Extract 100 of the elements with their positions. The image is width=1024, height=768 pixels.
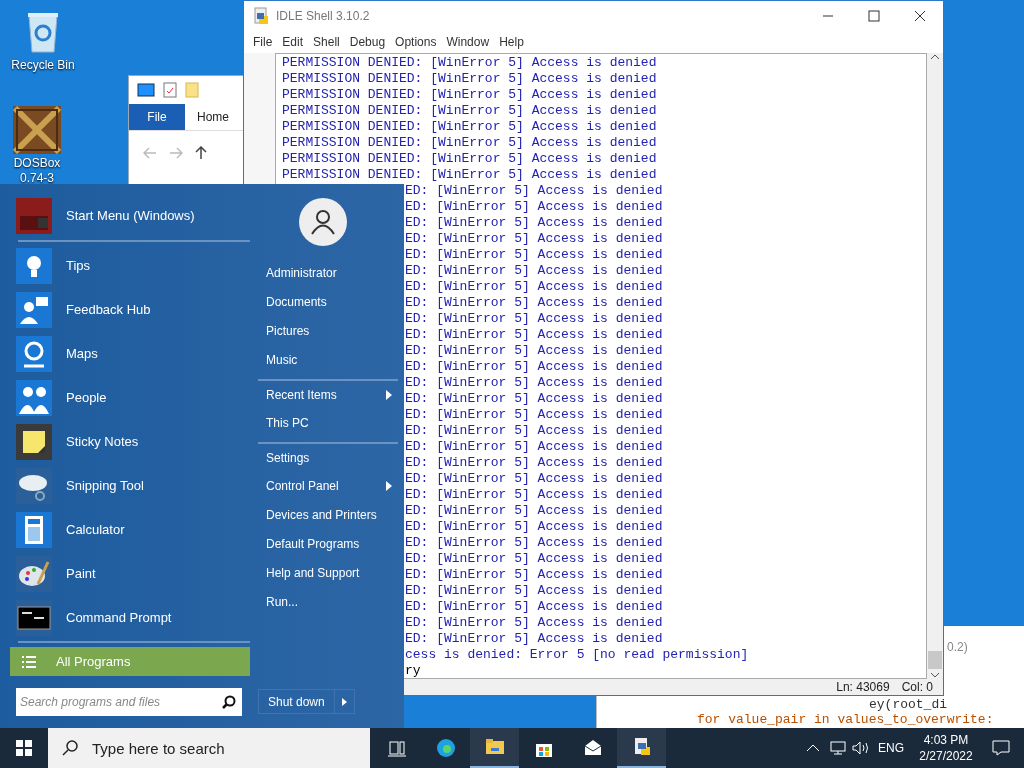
terminal-icon (16, 600, 52, 636)
shell-output-line: PERMISSION DENIED: [WinError 5] Access is denied (282, 167, 657, 183)
menu-item[interactable]: Window (441, 33, 495, 51)
python-file-icon (252, 7, 270, 25)
arrow-right-icon[interactable] (341, 697, 347, 706)
folder-icon[interactable] (485, 738, 504, 756)
taskbar-app-button[interactable] (617, 728, 666, 768)
network-icon[interactable] (830, 741, 846, 755)
shell-output-line: PERMISSION DENIED: [WinError 5] Access is denied (282, 103, 657, 119)
search-icon[interactable] (62, 740, 78, 756)
program-item[interactable]: Command Prompt (10, 596, 250, 640)
shell-output-line: ED: [WinError 5] Access is denied (405, 631, 663, 647)
start-menu-place[interactable]: Control Panel (258, 471, 398, 500)
speaker-icon[interactable] (852, 741, 870, 755)
shell-output-line: PERMISSION DENIED: [WinError 5] Access is denied (282, 151, 657, 167)
notifications-icon[interactable] (992, 740, 1010, 756)
sticky-note-icon (16, 424, 52, 460)
start-menu-header[interactable]: Start Menu (Windows) (10, 197, 250, 235)
program-item[interactable]: Paint (10, 552, 250, 596)
shell-output-line: ED: [WinError 5] Access is denied (405, 487, 663, 503)
palette-icon (16, 556, 52, 592)
shell-output-line: ED: [WinError 5] Access is denied (405, 343, 663, 359)
desktop-icon-label[interactable]: Recycle Bin (11, 58, 75, 73)
shell-output-line: ED: [WinError 5] Access is denied (405, 247, 663, 263)
menu-item[interactable]: Debug (344, 33, 391, 51)
search-icon[interactable] (222, 695, 236, 709)
scrollbar-thumb[interactable] (928, 651, 942, 669)
code-line: for value_pair in values_to_overwrite: (697, 712, 994, 727)
language-indicator[interactable]: ENG (878, 739, 904, 757)
program-item[interactable]: Maps (10, 332, 250, 376)
calculator-icon (16, 512, 52, 548)
up-arrow-icon[interactable] (195, 145, 207, 160)
start-menu-place[interactable]: Documents (258, 287, 398, 316)
menu-item[interactable]: Edit (277, 33, 309, 51)
shell-output-line: PERMISSION DENIED: [WinError 5] Access is denied (282, 71, 657, 87)
shell-output-line: ED: [WinError 5] Access is denied (405, 583, 663, 599)
ribbon-tab[interactable]: File (129, 104, 185, 130)
task-view-icon[interactable] (387, 739, 406, 757)
shell-output-line: cess is denied: Error 5 [no read permission] (405, 647, 749, 663)
person-speech-bubble-icon (16, 292, 52, 328)
map-pin-icon (16, 336, 52, 372)
program-item[interactable]: Sticky Notes (10, 420, 250, 464)
program-item[interactable]: Snipping Tool (10, 464, 250, 508)
taskbar-app-button[interactable] (470, 728, 519, 768)
start-menu-place[interactable]: Run... (258, 587, 398, 616)
light-bulb-icon (16, 248, 52, 284)
program-item[interactable]: Tips (10, 244, 250, 288)
start-menu-place[interactable]: Default Programs (258, 529, 398, 558)
shell-output-line: ED: [WinError 5] Access is denied (405, 311, 663, 327)
program-item[interactable]: People (10, 376, 250, 420)
shell-output-line: PERMISSION DENIED: [WinError 5] Access is denied (282, 55, 657, 71)
menu-item[interactable]: Shell (308, 33, 345, 51)
shell-output-line: PERMISSION DENIED: [WinError 5] Access is denied (282, 87, 657, 103)
browser-icon[interactable] (436, 739, 455, 757)
start-menu-place[interactable]: Devices and Printers (258, 500, 398, 529)
program-item[interactable]: Feedback Hub (10, 288, 250, 332)
crate-icon[interactable] (13, 106, 61, 154)
shell-output-line: ED: [WinError 5] Access is denied (405, 423, 663, 439)
start-menu-place[interactable]: Administrator (258, 258, 398, 287)
menu-item[interactable]: Help (494, 33, 529, 51)
menu-item[interactable]: Options (390, 33, 442, 51)
scroll-up-icon[interactable] (930, 53, 940, 61)
people-icon (16, 380, 52, 416)
shell-output-line: ED: [WinError 5] Access is denied (405, 263, 663, 279)
shell-output-line: ED: [WinError 5] Access is denied (405, 199, 663, 215)
start-menu-place[interactable]: This PC (258, 408, 398, 437)
shell-output-line: PERMISSION DENIED: [WinError 5] Access is denied (282, 119, 657, 135)
start-menu-logo-icon (16, 198, 52, 234)
start-menu-place[interactable]: Pictures (258, 316, 398, 345)
shell-output-line: ED: [WinError 5] Access is denied (405, 407, 663, 423)
shell-output-line: ry (405, 663, 421, 678)
document-icon[interactable] (163, 82, 177, 98)
list-icon (22, 654, 36, 669)
python-file-icon[interactable] (632, 738, 651, 756)
shell-output-line: ED: [WinError 5] Access is denied (405, 327, 663, 343)
user-avatar-icon[interactable] (299, 198, 347, 246)
submenu-arrow-icon (386, 389, 392, 400)
shell-output-line: ED: [WinError 5] Access is denied (405, 503, 663, 519)
window-title: IDLE Shell 3.10.2 (276, 8, 371, 25)
start-menu-place[interactable]: Recent Items (258, 379, 398, 408)
shell-output-line: ED: [WinError 5] Access is denied (405, 359, 663, 375)
shell-output-line: ED: [WinError 5] Access is denied (405, 455, 663, 471)
envelope-icon[interactable] (583, 739, 602, 757)
shell-output-line: ED: [WinError 5] Access is denied (405, 439, 663, 455)
start-menu-place[interactable]: Settings (258, 442, 398, 471)
shell-output-line: PERMISSION DENIED: [WinError 5] Access is denied (282, 135, 657, 151)
scroll-down-icon[interactable] (930, 671, 940, 679)
shell-output-line: ED: [WinError 5] Access is denied (405, 391, 663, 407)
shell-output-line: ED: [WinError 5] Access is denied (405, 375, 663, 391)
menu-item[interactable]: File (248, 33, 278, 51)
start-menu-place[interactable]: Help and Support (258, 558, 398, 587)
program-item[interactable]: Calculator (10, 508, 250, 552)
shut-down-button[interactable]: Shut down (258, 689, 355, 714)
shell-output-line: ED: [WinError 5] Access is denied (405, 295, 663, 311)
chevron-up-icon[interactable] (806, 743, 820, 753)
clock[interactable]: 4:03 PM 2/27/2022 (914, 732, 978, 764)
scrollbar[interactable] (927, 53, 943, 679)
start-menu-place[interactable]: Music (258, 345, 398, 374)
shell-output-line: ED: [WinError 5] Access is denied (405, 471, 663, 487)
shell-output-line: ED: [WinError 5] Access is denied (405, 279, 663, 295)
